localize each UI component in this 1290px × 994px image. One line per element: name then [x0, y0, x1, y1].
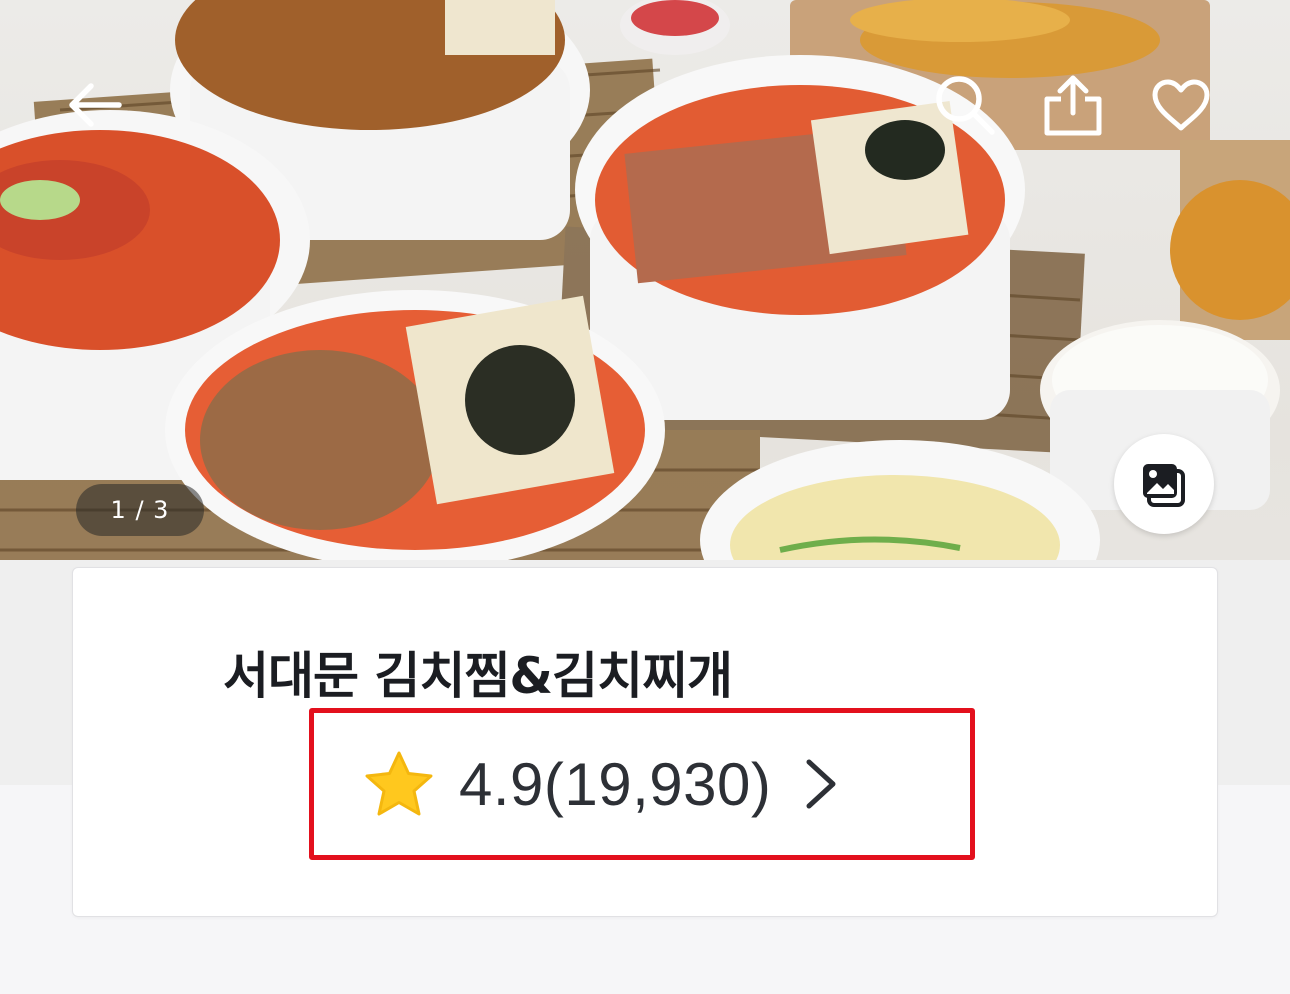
search-button[interactable] — [930, 70, 1000, 140]
rating-link[interactable]: 4.9(19,930) — [363, 744, 841, 824]
store-info-card: 서대문 김치찜&김치찌개 4.9(19,930) — [72, 567, 1218, 917]
search-icon — [936, 76, 995, 135]
rating-value: 4.9(19,930) — [459, 750, 772, 818]
heart-outline-icon — [1152, 79, 1210, 131]
back-button[interactable] — [60, 70, 130, 140]
favorite-button[interactable] — [1146, 70, 1216, 140]
photo-gallery-button[interactable] — [1114, 434, 1214, 534]
store-detail-page: 1 / 3 서대문 김치찜&김치찌개 4.9(19,930) — [0, 0, 1290, 994]
share-icon — [1044, 75, 1102, 136]
photo-counter-text: 1 / 3 — [110, 496, 170, 524]
star-icon — [365, 751, 433, 816]
chevron-right-icon — [806, 759, 836, 809]
photo-gallery-icon — [1143, 464, 1185, 507]
share-button[interactable] — [1038, 70, 1108, 140]
store-name: 서대문 김치찜&김치찌개 — [223, 647, 733, 705]
arrow-left-icon — [69, 83, 122, 127]
photo-counter: 1 / 3 — [76, 484, 204, 536]
